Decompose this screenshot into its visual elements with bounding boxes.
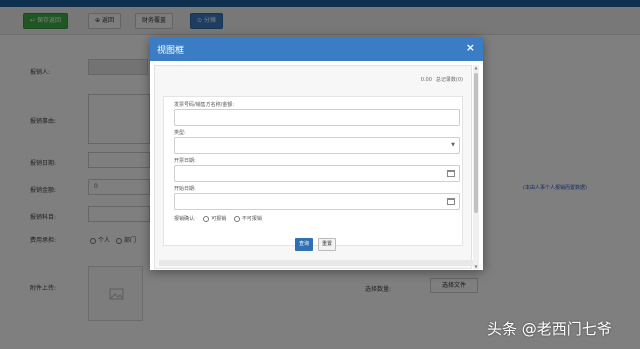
scroll-down-icon[interactable]: ▼ bbox=[473, 264, 479, 269]
search-label: 发票号码/销售方名称/金额: bbox=[174, 102, 235, 108]
watermark: 头条 @老西门七爷 bbox=[487, 320, 612, 338]
reset-button[interactable]: 重置 bbox=[318, 238, 336, 251]
not-reimbursable-radio[interactable] bbox=[233, 215, 240, 222]
modal-body: 0.00 总记录数(0) 发票号码/销售方名称/金额: 类型: ▼ 开票日期: 开… bbox=[154, 65, 477, 269]
reimbursable-group: 报销确认: 可报销 不可报销 bbox=[174, 215, 262, 222]
end-date-input[interactable] bbox=[174, 193, 460, 210]
view-modal: 视图框 × 0.00 总记录数(0) 发票号码/销售方名称/金额: 类型: ▼ 开… bbox=[150, 37, 483, 270]
filter-panel: 发票号码/销售方名称/金额: 类型: ▼ 开票日期: 开始日期: 报销确认: 可… bbox=[163, 96, 463, 246]
end-date-label: 开始日期: bbox=[174, 186, 196, 192]
reimbursable-label: 报销确认: bbox=[174, 216, 196, 222]
start-date-label: 开票日期: bbox=[174, 158, 196, 164]
modal-header: 视图框 × bbox=[150, 37, 483, 61]
reimbursable-radio[interactable] bbox=[203, 215, 210, 222]
horizontal-scrollbar[interactable] bbox=[159, 260, 477, 266]
search-input[interactable] bbox=[174, 109, 460, 126]
summary-bar: 0.00 总记录数(0) bbox=[155, 76, 473, 83]
scrollbar-thumb[interactable] bbox=[474, 73, 478, 213]
calendar-icon[interactable] bbox=[447, 198, 455, 205]
type-label: 类型: bbox=[174, 130, 186, 136]
start-date-input[interactable] bbox=[174, 165, 460, 182]
vertical-scrollbar[interactable]: ▲ ▼ bbox=[473, 65, 479, 269]
summary-amount: 0.00 bbox=[420, 77, 432, 83]
summary-count: 总记录数(0) bbox=[435, 77, 463, 83]
calendar-icon[interactable] bbox=[447, 170, 455, 177]
close-icon[interactable]: × bbox=[466, 41, 475, 54]
type-select[interactable]: ▼ bbox=[174, 137, 460, 154]
query-button[interactable]: 查询 bbox=[295, 238, 313, 251]
modal-title: 视图框 bbox=[157, 46, 185, 56]
chevron-down-icon: ▼ bbox=[451, 142, 455, 148]
scroll-up-icon[interactable]: ▲ bbox=[473, 65, 479, 70]
